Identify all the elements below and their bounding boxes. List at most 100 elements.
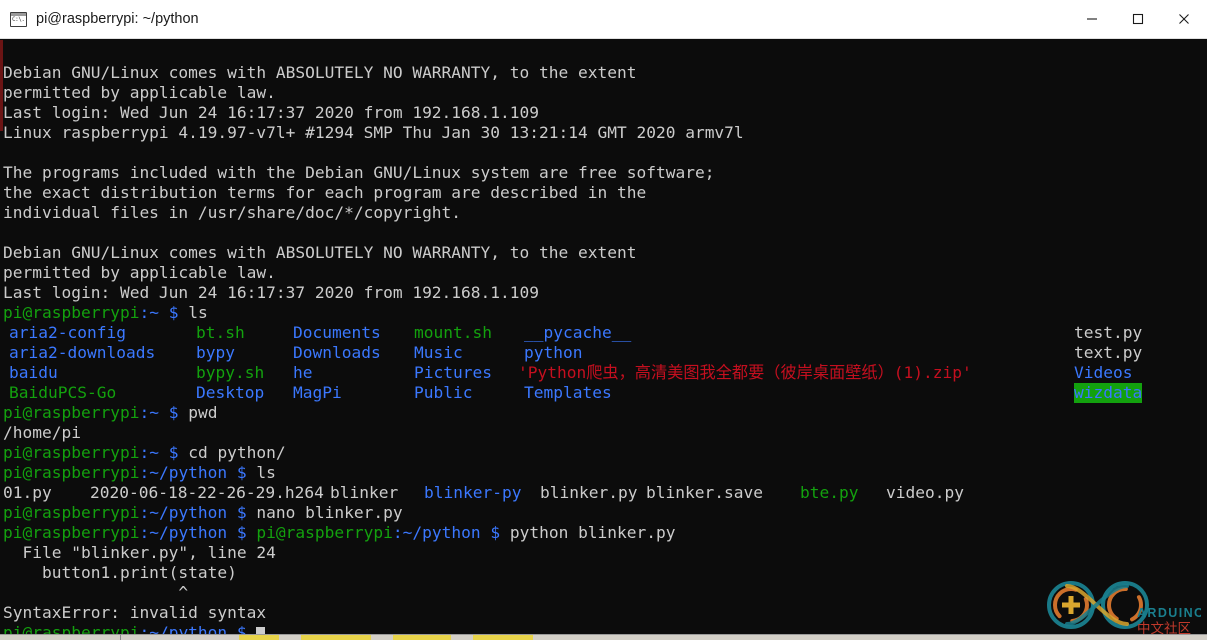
motd-line: The programs included with the Debian GN… [3,163,715,182]
terminal-output-area[interactable]: Debian GNU/Linux comes with ABSOLUTELY N… [0,39,1207,640]
ls-entry-sticky-dir: wizdata [1074,383,1143,403]
ls-entry: text.py [1074,343,1143,362]
command-pwd: pwd [188,403,218,422]
prompt-colon: : [139,303,150,322]
os-taskbar[interactable] [0,634,1207,640]
prompt-path: ~ [149,403,159,422]
prompt-sigil: $ [236,463,247,482]
ls-entry: aria2-downloads [9,343,156,362]
taskbar-item[interactable] [239,635,279,640]
prompt-colon: : [139,443,150,462]
prompt-sigil: $ [490,523,501,542]
prompt-path: ~/python [149,463,228,482]
window-title: pi@raspberrypi: ~/python [36,11,199,27]
prompt-line-cd: pi@raspberrypi:~ $ cd python/ [3,443,1207,463]
traceback-code-line: button1.print(state) [3,563,237,582]
ls-home-row: aria2-downloads bypy Downloads Music pyt… [3,343,1207,363]
pwd-output: /home/pi [3,423,81,442]
title-bar[interactable]: pi@raspberrypi: ~/python [0,0,1207,39]
ls-entry: Pictures [414,363,492,382]
ls-entry: Downloads [293,343,381,362]
ls-entry: Documents [293,323,381,342]
motd-line: the exact distribution terms for each pr… [3,183,647,202]
command-ls-home: ls [188,303,208,322]
ls-entry: aria2-config [9,323,126,342]
ls-entry: 01.py [3,483,52,502]
ls-entry: Public [414,383,473,402]
ls-entry: bypy [196,343,235,362]
prompt-line-pwd: pi@raspberrypi:~ $ pwd [3,403,1207,423]
ls-entry: blinker.py [540,483,638,502]
prompt-path: ~/python [149,503,228,522]
ls-entry: 2020-06-18-22-26-29.h264 [90,483,324,502]
prompt-path: ~ [149,303,159,322]
ls-entry: blinker-py [424,483,522,502]
prompt-colon: : [139,403,150,422]
motd-line: permitted by applicable law. [3,83,276,102]
command-nano: nano blinker.py [256,503,403,522]
ls-entry: bt.sh [196,323,245,342]
motd-line: Last login: Wed Jun 24 16:17:37 2020 fro… [3,103,540,122]
prompt-sigil: $ [168,443,179,462]
ls-entry: Music [414,343,463,362]
ls-entry: MagPi [293,383,342,402]
traceback-caret-line: ^ [3,583,189,602]
prompt-line-nano: pi@raspberrypi:~/python $ nano blinker.p… [3,503,1207,523]
prompt-colon: : [139,463,150,482]
ls-entry: python [524,343,583,362]
motd-line: permitted by applicable law. [3,263,276,282]
prompt-colon: : [139,523,150,542]
terminal-icon [10,11,27,27]
ls-entry: bypy.sh [196,363,265,382]
ls-entry: test.py [1074,323,1143,342]
title-bar-left: pi@raspberrypi: ~/python [0,11,199,27]
taskbar-separator [120,635,121,640]
ls-entry: he [293,363,313,382]
command-cd: cd python/ [188,443,286,462]
prompt-path: ~ [149,443,159,462]
terminal-window: pi@raspberrypi: ~/python Debian GNU/Linu… [0,0,1207,640]
ls-entry: Desktop [196,383,265,402]
prompt-user-host: pi@raspberrypi [256,523,393,542]
ls-entry-archive: 'Python爬虫，高清美图我全都要（彼岸桌面壁纸）(1).zip' [518,363,972,382]
prompt-user-host: pi@raspberrypi [3,303,140,322]
prompt-line-python-run: pi@raspberrypi:~/python $ pi@raspberrypi… [3,523,1207,543]
command-python-run: python blinker.py [509,523,676,542]
prompt-sigil: $ [168,303,179,322]
motd-line: Linux raspberrypi 4.19.97-v7l+ #1294 SMP… [3,123,744,142]
ls-python-row: 01.py 2020-06-18-22-26-29.h264 blinker b… [3,483,1207,503]
prompt-sigil: $ [236,503,247,522]
ls-entry: bte.py [800,483,859,502]
ls-entry: BaiduPCS-Go [9,383,117,402]
terminal-text: Debian GNU/Linux comes with ABSOLUTELY N… [0,43,1207,640]
prompt-colon: : [139,503,150,522]
minimize-button[interactable] [1069,0,1115,38]
prompt-path: ~/python [402,523,481,542]
ls-entry: blinker [330,483,399,502]
ls-entry: mount.sh [414,323,492,342]
taskbar-item[interactable] [301,635,371,640]
ls-entry: Videos [1074,363,1133,382]
prompt-sigil: $ [168,403,179,422]
traceback-file-line: File "blinker.py", line 24 [3,543,276,562]
prompt-sigil: $ [236,523,247,542]
prompt-path: ~/python [149,523,228,542]
window-controls [1069,0,1207,38]
maximize-button[interactable] [1115,0,1161,38]
ls-entry: __pycache__ [524,323,632,342]
ls-home-row: baidu bypy.sh he Pictures 'Python爬虫，高清美图… [3,363,1207,383]
prompt-colon: : [392,523,403,542]
taskbar-item[interactable] [393,635,451,640]
ls-entry: baidu [9,363,58,382]
motd-line: individual files in /usr/share/doc/*/cop… [3,203,462,222]
ls-entry: blinker.save [646,483,763,502]
traceback-error: SyntaxError: invalid syntax [3,603,267,622]
motd-line: Last login: Wed Jun 24 16:17:37 2020 fro… [3,283,540,302]
ls-entry: video.py [886,483,964,502]
ls-home-row: BaiduPCS-Go Desktop MagPi Public Templat… [3,383,1207,403]
close-button[interactable] [1161,0,1207,38]
motd-line: Debian GNU/Linux comes with ABSOLUTELY N… [3,243,637,262]
taskbar-item[interactable] [473,635,533,640]
